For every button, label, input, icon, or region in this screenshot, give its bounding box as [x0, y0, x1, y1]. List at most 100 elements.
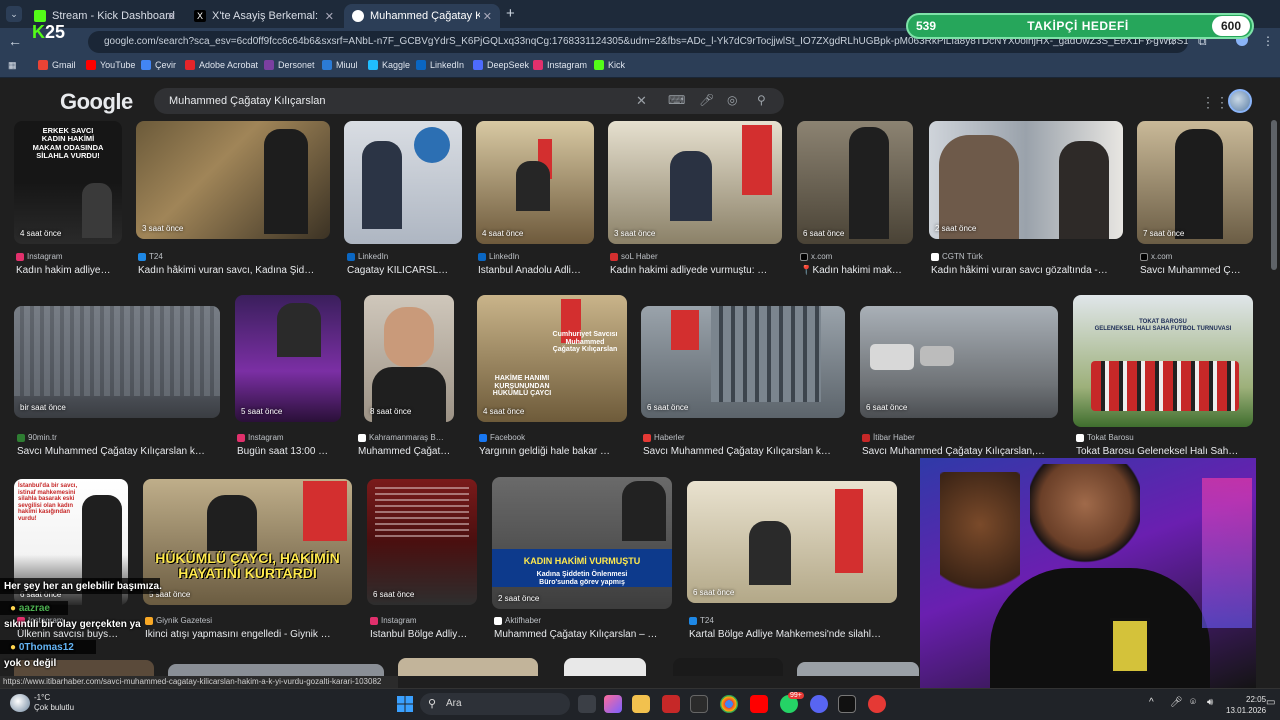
result-caption[interactable]: Muhammed Çağatay Kılıçarslan – …: [494, 629, 672, 640]
image-result[interactable]: [344, 121, 462, 244]
avatar[interactable]: [1228, 89, 1252, 113]
clear-icon[interactable]: ✕: [636, 93, 647, 109]
task-view-icon[interactable]: [578, 695, 596, 713]
image-result[interactable]: [168, 664, 384, 676]
image-result[interactable]: 6 saat önce: [367, 479, 477, 605]
image-result[interactable]: 6 saat önce: [797, 121, 913, 244]
image-result[interactable]: 6 saat önce: [860, 306, 1058, 418]
image-result[interactable]: 3 saat önce: [136, 121, 330, 239]
chrome-icon[interactable]: [720, 695, 738, 713]
bookmark-instagram[interactable]: Instagram: [533, 60, 587, 70]
image-result[interactable]: 6 saat önce: [687, 481, 897, 603]
tab-search-button[interactable]: ⌄: [6, 6, 22, 22]
image-result[interactable]: 5 saat önce: [235, 295, 341, 422]
result-caption[interactable]: Kadın hâkimi vuran savcı, Kadına Şid…: [138, 265, 330, 276]
result-source[interactable]: Instagram: [16, 252, 63, 261]
result-source[interactable]: Giynik Gazetesi: [145, 616, 212, 625]
result-caption[interactable]: 📍Kadın hakimi mak…: [800, 265, 912, 276]
result-source[interactable]: T24: [138, 252, 163, 261]
result-source[interactable]: Kahramanmaraş B…: [358, 433, 444, 442]
bookmark-acrobat[interactable]: Adobe Acrobat: [185, 60, 258, 70]
taskbar-search[interactable]: Ara: [420, 693, 570, 715]
bookmark-kick[interactable]: Kick: [594, 60, 625, 70]
image-result[interactable]: Cumhuriyet Savcısı Muhammed Çağatay Kılı…: [477, 295, 627, 422]
new-tab-button[interactable]: +: [506, 5, 515, 22]
file-explorer-icon[interactable]: [632, 695, 650, 713]
close-icon[interactable]: ✕: [483, 10, 492, 23]
result-source[interactable]: İtibar Haber: [862, 433, 915, 442]
result-caption[interactable]: Kadın hâkimi vuran savcı gözaltında -…: [931, 265, 1121, 276]
result-caption[interactable]: İstanbul Bölge Adliy…: [370, 629, 478, 640]
result-source[interactable]: CGTN Türk: [931, 252, 983, 261]
result-caption[interactable]: Savcı Muhammed Çağatay Kılıçarslan k…: [643, 446, 847, 457]
close-icon[interactable]: ✕: [167, 10, 176, 23]
windows-start-icon[interactable]: [396, 695, 414, 713]
result-source[interactable]: LinkedIn: [478, 252, 519, 261]
media-app-icon[interactable]: [662, 695, 680, 713]
image-result[interactable]: 8 saat önce: [364, 295, 454, 422]
result-source[interactable]: Instagram: [237, 433, 284, 442]
lens-icon[interactable]: ◎: [727, 93, 737, 107]
keyboard-icon[interactable]: ⌨: [668, 93, 685, 107]
result-caption[interactable]: Savcı Muhammed Ç…: [1140, 265, 1252, 276]
result-source[interactable]: x.com: [1140, 252, 1172, 261]
image-result[interactable]: 7 saat önce: [1137, 121, 1253, 244]
apps-icon[interactable]: ▦: [8, 60, 17, 71]
close-icon[interactable]: ✕: [325, 10, 334, 23]
network-icon[interactable]: ⌾: [1190, 697, 1196, 708]
image-result[interactable]: KADIN HAKİMİ VURMUŞTU Kadına Şiddetin Ön…: [492, 477, 672, 609]
tab-x-post[interactable]: X X'te Asayiş Berkemal: "Olayın d… ✕: [186, 4, 342, 28]
result-caption[interactable]: Kadın hakim adliye…: [16, 265, 120, 276]
image-result[interactable]: [673, 658, 783, 676]
result-source[interactable]: Facebook: [479, 433, 525, 442]
system-clock[interactable]: 22:05 13.01.2026: [1226, 694, 1266, 716]
result-source[interactable]: T24: [689, 616, 714, 625]
result-caption[interactable]: Kadın hakimi adliyede vurmuştu: …: [610, 265, 782, 276]
image-result[interactable]: bir saat önce: [14, 306, 220, 418]
image-result[interactable]: HÜKÜMLÜ ÇAYCI, HAKİMİN HAYATINI KURTARDI…: [143, 479, 352, 605]
recording-icon[interactable]: [868, 695, 886, 713]
bookmark-linkedin[interactable]: LinkedIn: [416, 60, 464, 70]
weather-icon[interactable]: [10, 694, 30, 712]
bookmark-gmail[interactable]: Gmail: [38, 60, 76, 70]
tray-chevron-icon[interactable]: ^: [1149, 697, 1154, 708]
image-result[interactable]: 4 saat önce: [476, 121, 594, 244]
store-icon[interactable]: [690, 695, 708, 713]
search-icon[interactable]: ⚲: [757, 93, 766, 107]
bookmark-deepseek[interactable]: DeepSeek: [473, 60, 529, 70]
discord-icon[interactable]: [810, 695, 828, 713]
back-icon[interactable]: ←: [8, 33, 22, 49]
page-scrollbar[interactable]: [1271, 120, 1277, 270]
image-result[interactable]: 6 saat önce: [641, 306, 845, 418]
result-source[interactable]: Instagram: [370, 616, 417, 625]
result-caption[interactable]: Muhammed Çağat…: [358, 446, 458, 457]
bookmark-cevir[interactable]: Çevir: [141, 60, 176, 70]
image-result[interactable]: 3 saat önce: [608, 121, 782, 244]
image-result[interactable]: [797, 662, 919, 676]
menu-dots-icon[interactable]: ⋮: [1262, 34, 1274, 48]
result-caption[interactable]: Cagatay KILICARSL…: [347, 265, 462, 276]
result-source[interactable]: Tokat Barosu: [1076, 433, 1134, 442]
result-caption[interactable]: Ülkenin savcısı buys…: [17, 629, 129, 640]
result-caption[interactable]: Savcı Muhammed Çağatay Kılıçarslan k…: [17, 446, 221, 457]
image-result[interactable]: 2 saat önce: [929, 121, 1123, 239]
bookmark-miuul[interactable]: Miuul: [322, 60, 358, 70]
result-source[interactable]: 90min.tr: [17, 433, 57, 442]
copilot-icon[interactable]: [604, 695, 622, 713]
volume-icon[interactable]: 🔊︎: [1207, 697, 1213, 708]
result-source[interactable]: soL Haber: [610, 252, 658, 261]
image-result[interactable]: [564, 658, 646, 676]
result-source[interactable]: x.com: [800, 252, 832, 261]
capcut-icon[interactable]: [838, 695, 856, 713]
result-caption[interactable]: Kartal Bölge Adliye Mahkemesi'nde silahl…: [689, 629, 895, 640]
bookmark-kaggle[interactable]: Kaggle: [368, 60, 410, 70]
result-source[interactable]: Aktifhaber: [494, 616, 541, 625]
result-caption[interactable]: İstanbul Anadolu Adli…: [478, 265, 593, 276]
result-caption[interactable]: Tokat Barosu Geleneksel Halı Sah…: [1076, 446, 1254, 457]
result-source[interactable]: Haberler: [643, 433, 685, 442]
image-result[interactable]: [398, 658, 538, 676]
image-result[interactable]: ERKEK SAVCI KADIN HAKİMİ MAKAM ODASINDA …: [14, 121, 122, 244]
bookmark-youtube[interactable]: YouTube: [86, 60, 135, 70]
weather-widget[interactable]: -1°C Çok bulutlu: [34, 693, 74, 713]
notifications-icon[interactable]: ▭: [1266, 697, 1275, 708]
